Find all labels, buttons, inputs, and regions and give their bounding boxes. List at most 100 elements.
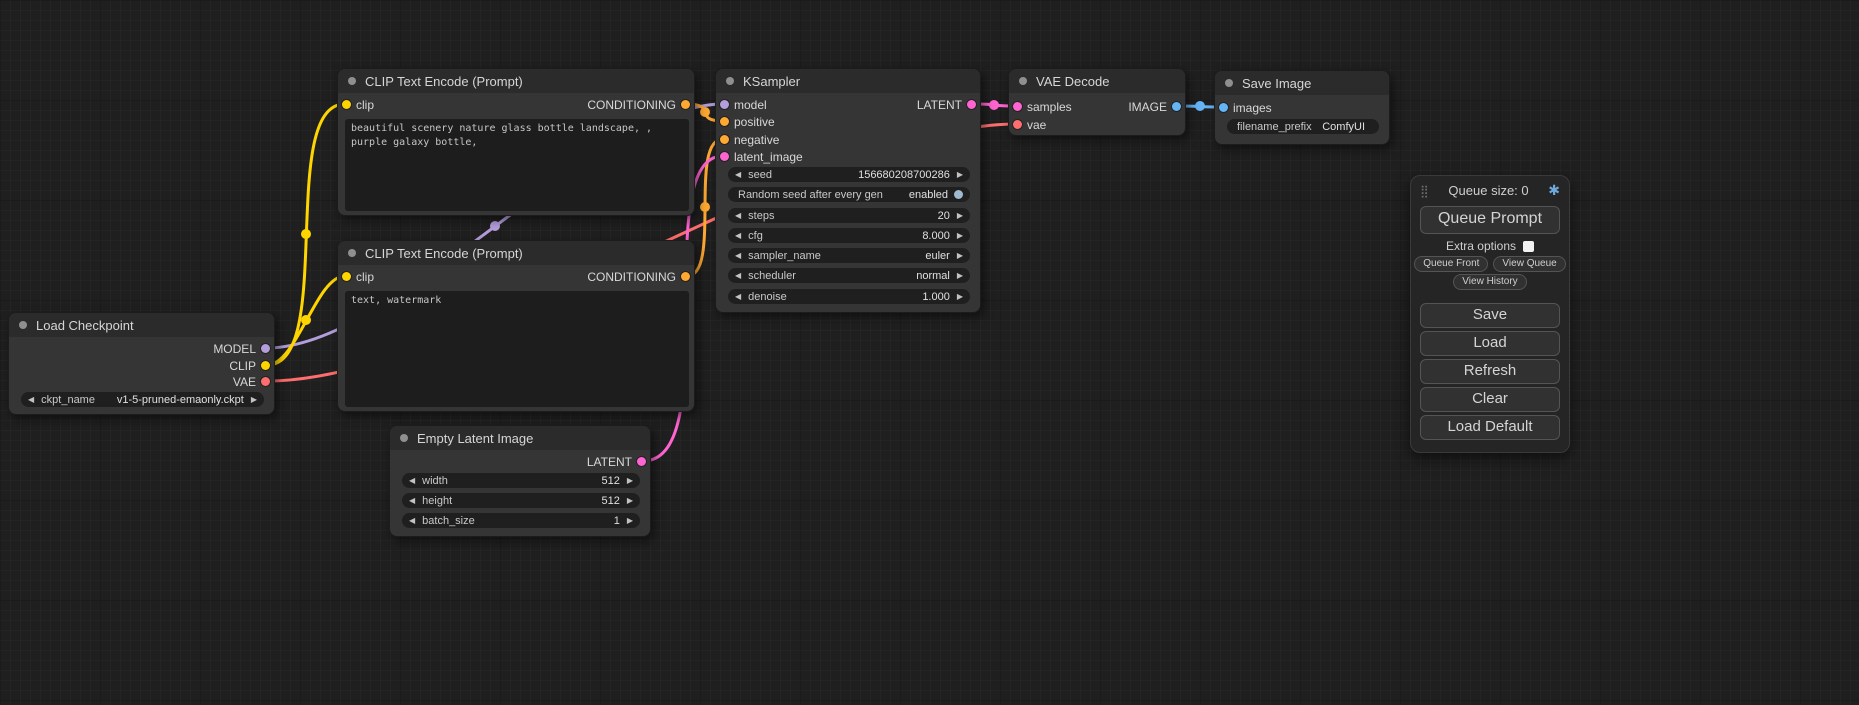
input-slot-vae: vae <box>1009 117 1185 133</box>
view-history-button[interactable]: View History <box>1453 274 1526 290</box>
widget-denoise[interactable]: ◀ denoise 1.000 ▶ <box>728 289 970 304</box>
settings-gear-icon[interactable]: ✱ <box>1548 182 1560 199</box>
output-dot-image[interactable] <box>1172 102 1181 111</box>
widget-batch-size[interactable]: ◀ batch_size 1 ▶ <box>402 513 640 528</box>
decrement-arrow-icon[interactable]: ◀ <box>735 272 741 280</box>
decrement-arrow-icon[interactable]: ◀ <box>28 396 34 404</box>
widget-cfg[interactable]: ◀ cfg 8.000 ▶ <box>728 228 970 243</box>
increment-arrow-icon[interactable]: ▶ <box>957 232 963 240</box>
input-slot-images: images <box>1215 100 1389 116</box>
widget-sampler-name[interactable]: ◀ sampler_name euler ▶ <box>728 248 970 263</box>
input-dot-model[interactable] <box>720 100 729 109</box>
collapse-dot-icon[interactable] <box>1225 79 1233 87</box>
view-queue-button[interactable]: View Queue <box>1493 256 1565 272</box>
node-title-bar[interactable]: KSampler <box>716 69 980 93</box>
slot-row: clip CONDITIONING <box>338 269 694 285</box>
drag-handle-icon[interactable]: ⣿ <box>1420 184 1429 198</box>
widget-ckpt-name[interactable]: ◀ ckpt_name v1-5-pruned-emaonly.ckpt ▶ <box>21 392 264 407</box>
slot-label-model: MODEL <box>213 341 256 357</box>
increment-arrow-icon[interactable]: ▶ <box>627 517 633 525</box>
input-dot-latent-image[interactable] <box>720 152 729 161</box>
widget-name: steps <box>748 210 774 222</box>
widget-value: 512 <box>601 495 619 507</box>
collapse-dot-icon[interactable] <box>348 77 356 85</box>
node-title-bar[interactable]: CLIP Text Encode (Prompt) <box>338 241 694 265</box>
collapse-dot-icon[interactable] <box>726 77 734 85</box>
widget-steps[interactable]: ◀ steps 20 ▶ <box>728 208 970 223</box>
node-title-bar[interactable]: Save Image <box>1215 71 1389 95</box>
input-dot-clip[interactable] <box>342 272 351 281</box>
decrement-arrow-icon[interactable]: ◀ <box>409 477 415 485</box>
node-title-bar[interactable]: Load Checkpoint <box>9 313 274 337</box>
output-dot-clip[interactable] <box>261 361 270 370</box>
collapse-dot-icon[interactable] <box>348 249 356 257</box>
toggle-indicator-dot[interactable] <box>954 190 963 199</box>
decrement-arrow-icon[interactable]: ◀ <box>735 252 741 260</box>
decrement-arrow-icon[interactable]: ◀ <box>409 497 415 505</box>
increment-arrow-icon[interactable]: ▶ <box>957 272 963 280</box>
widget-seed[interactable]: ◀ seed 156680208700286 ▶ <box>728 167 970 182</box>
node-title-bar[interactable]: Empty Latent Image <box>390 426 650 450</box>
increment-arrow-icon[interactable]: ▶ <box>627 497 633 505</box>
input-dot-images[interactable] <box>1219 103 1228 112</box>
input-dot-vae[interactable] <box>1013 120 1022 129</box>
node-save-image[interactable]: Save Image images filename_prefix ComfyU… <box>1214 70 1390 145</box>
refresh-button[interactable]: Refresh <box>1420 359 1560 384</box>
queue-prompt-button[interactable]: Queue Prompt <box>1420 206 1560 234</box>
increment-arrow-icon[interactable]: ▶ <box>957 212 963 220</box>
wire-midpoint-dot-cond2 <box>700 202 710 212</box>
clear-button[interactable]: Clear <box>1420 387 1560 412</box>
widget-width[interactable]: ◀ width 512 ▶ <box>402 473 640 488</box>
prompt-textarea[interactable]: text, watermark <box>345 291 689 407</box>
widget-value: 8.000 <box>922 230 950 242</box>
node-title-bar[interactable]: CLIP Text Encode (Prompt) <box>338 69 694 93</box>
decrement-arrow-icon[interactable]: ◀ <box>735 232 741 240</box>
decrement-arrow-icon[interactable]: ◀ <box>735 171 741 179</box>
input-dot-negative[interactable] <box>720 135 729 144</box>
node-title: VAE Decode <box>1036 74 1109 89</box>
graph-canvas[interactable]: Load Checkpoint MODEL CLIP VAE ◀ ckpt_na… <box>0 0 1859 705</box>
increment-arrow-icon[interactable]: ▶ <box>957 171 963 179</box>
node-title: Empty Latent Image <box>417 431 533 446</box>
input-dot-positive[interactable] <box>720 117 729 126</box>
output-dot-latent[interactable] <box>967 100 976 109</box>
prompt-textarea[interactable]: beautiful scenery nature glass bottle la… <box>345 119 689 211</box>
decrement-arrow-icon[interactable]: ◀ <box>735 293 741 301</box>
decrement-arrow-icon[interactable]: ◀ <box>735 212 741 220</box>
widget-name: width <box>422 475 448 487</box>
node-empty-latent-image[interactable]: Empty Latent Image LATENT ◀ width 512 ▶ … <box>389 425 651 537</box>
widget-height[interactable]: ◀ height 512 ▶ <box>402 493 640 508</box>
increment-arrow-icon[interactable]: ▶ <box>627 477 633 485</box>
widget-filename-prefix[interactable]: filename_prefix ComfyUI <box>1227 119 1379 134</box>
output-dot-conditioning[interactable] <box>681 272 690 281</box>
extra-options-checkbox[interactable] <box>1523 241 1534 252</box>
node-vae-decode[interactable]: VAE Decode samples IMAGE vae <box>1008 68 1186 136</box>
input-dot-clip[interactable] <box>342 100 351 109</box>
node-load-checkpoint[interactable]: Load Checkpoint MODEL CLIP VAE ◀ ckpt_na… <box>8 312 275 415</box>
load-button[interactable]: Load <box>1420 331 1560 356</box>
save-button[interactable]: Save <box>1420 303 1560 328</box>
collapse-dot-icon[interactable] <box>400 434 408 442</box>
output-dot-vae[interactable] <box>261 377 270 386</box>
node-clip-text-encode-negative[interactable]: CLIP Text Encode (Prompt) clip CONDITION… <box>337 240 695 412</box>
increment-arrow-icon[interactable]: ▶ <box>251 396 257 404</box>
output-dot-model[interactable] <box>261 344 270 353</box>
output-dot-conditioning[interactable] <box>681 100 690 109</box>
collapse-dot-icon[interactable] <box>19 321 27 329</box>
output-dot-latent[interactable] <box>637 457 646 466</box>
load-default-button[interactable]: Load Default <box>1420 415 1560 440</box>
widget-scheduler[interactable]: ◀ scheduler normal ▶ <box>728 268 970 283</box>
decrement-arrow-icon[interactable]: ◀ <box>409 517 415 525</box>
increment-arrow-icon[interactable]: ▶ <box>957 252 963 260</box>
queue-front-button[interactable]: Queue Front <box>1414 256 1488 272</box>
node-clip-text-encode-positive[interactable]: CLIP Text Encode (Prompt) clip CONDITION… <box>337 68 695 216</box>
node-title-bar[interactable]: VAE Decode <box>1009 69 1185 93</box>
collapse-dot-icon[interactable] <box>1019 77 1027 85</box>
widget-random-seed-toggle[interactable]: Random seed after every gen enabled <box>728 187 970 202</box>
node-title: Save Image <box>1242 76 1311 91</box>
widget-value: 512 <box>601 475 619 487</box>
output-slot-vae: VAE <box>9 374 274 390</box>
input-dot-samples[interactable] <box>1013 102 1022 111</box>
node-ksampler[interactable]: KSampler model LATENT positive negative … <box>715 68 981 313</box>
increment-arrow-icon[interactable]: ▶ <box>957 293 963 301</box>
